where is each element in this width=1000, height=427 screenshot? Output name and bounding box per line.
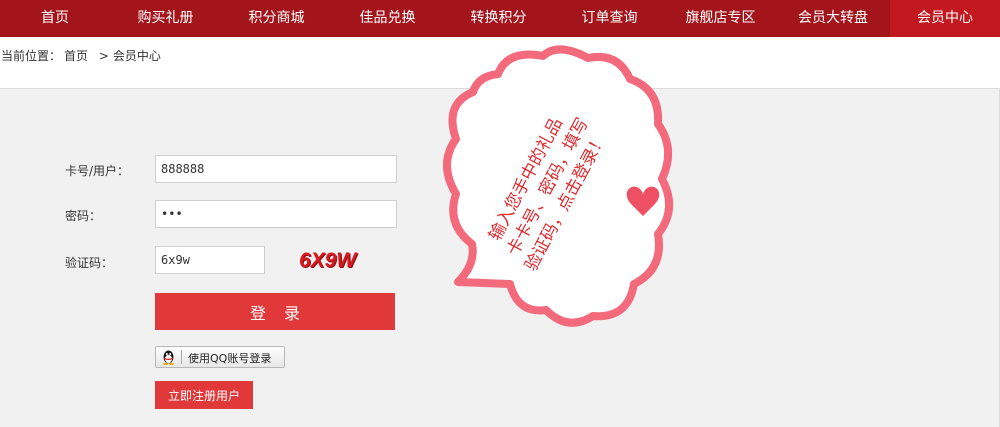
qq-login-label: 使用QQ账号登录: [188, 352, 272, 365]
breadcrumb: 当前位置： 首页 > 会员中心: [1, 47, 164, 64]
nav-item-buy-gift-book[interactable]: 购买礼册: [110, 0, 221, 37]
breadcrumb-current: 会员中心: [112, 49, 161, 63]
login-button[interactable]: 登录: [155, 293, 395, 330]
nav-item-member-center[interactable]: 会员中心: [890, 0, 1000, 37]
captcha-label: 验证码：: [65, 256, 114, 270]
qq-divider: [181, 350, 182, 364]
nav-item-lucky-wheel[interactable]: 会员大转盘: [776, 0, 890, 37]
nav-item-convert-points[interactable]: 转换积分: [443, 0, 554, 37]
nav-item-flagship[interactable]: 旗舰店专区: [665, 0, 776, 37]
password-input[interactable]: [155, 200, 397, 228]
captcha-input[interactable]: [155, 246, 265, 274]
card-number-label: 卡号/用户：: [65, 164, 130, 178]
breadcrumb-separator: >: [98, 49, 109, 63]
nav-item-home[interactable]: 首页: [0, 0, 110, 37]
qq-login-button[interactable]: 使用QQ账号登录: [155, 346, 285, 368]
password-label: 密码：: [65, 209, 102, 223]
breadcrumb-prefix: 当前位置：: [1, 49, 62, 63]
captcha-image[interactable]: 6X9W: [299, 249, 356, 273]
top-nav: 首页 购买礼册 积分商城 佳品兑换 转换积分 订单查询 旗舰店专区 会员大转盘 …: [0, 0, 1000, 37]
qq-penguin-icon: [163, 350, 174, 365]
nav-item-order-query[interactable]: 订单查询: [554, 0, 665, 37]
breadcrumb-home-link[interactable]: 首页: [64, 49, 88, 63]
card-number-input[interactable]: [155, 155, 397, 183]
nav-item-points-mall[interactable]: 积分商城: [221, 0, 332, 37]
nav-item-redeem[interactable]: 佳品兑换: [332, 0, 443, 37]
speech-bubble: 输入您手中的礼品 卡卡号、密码，填写 验证码，点击登录！: [443, 45, 673, 327]
register-button[interactable]: 立即注册用户: [155, 381, 253, 409]
